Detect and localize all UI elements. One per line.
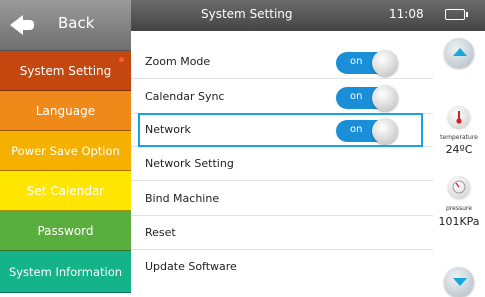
setting-label: Network Setting xyxy=(145,157,234,170)
settings-row-bind-machine[interactable]: Bind Machine xyxy=(131,183,433,216)
sidebar-item-system-information[interactable]: System Information xyxy=(0,251,131,293)
scroll-up-button[interactable] xyxy=(444,38,474,68)
back-label: Back xyxy=(58,14,95,32)
back-arrow-tail-icon xyxy=(22,20,34,30)
sidebar-item-system-setting[interactable]: System Setting xyxy=(0,51,131,91)
sidebar-item-label: Set Calendar xyxy=(26,184,105,198)
selection-highlight xyxy=(138,113,423,147)
pressure-gauge-icon xyxy=(448,176,470,198)
calendar-sync-toggle[interactable]: on xyxy=(336,85,398,111)
sidebar-item-password[interactable]: Password xyxy=(0,211,131,251)
setting-label: Bind Machine xyxy=(145,192,220,205)
settings-row-update-software[interactable]: Update Software xyxy=(131,251,433,284)
toggle-state: on xyxy=(350,91,363,102)
sidebar-item-language[interactable]: Language xyxy=(0,91,131,131)
toggle-state: on xyxy=(350,56,363,67)
settings-list: Zoom Mode on Calendar Sync on Network on… xyxy=(131,31,433,293)
right-panel: temperature 24ºC pressure 101KPa xyxy=(433,31,485,297)
toggle-knob-icon xyxy=(372,50,398,76)
thermometer-glyph xyxy=(456,111,462,124)
sidebar-item-label: Language xyxy=(35,104,96,118)
battery-tip-icon xyxy=(466,12,468,17)
sidebar-item-label: System Information xyxy=(8,265,123,279)
battery-icon xyxy=(445,9,465,20)
zoom-mode-toggle[interactable]: on xyxy=(336,50,398,76)
chevron-up-icon xyxy=(453,48,467,56)
temperature-value: 24ºC xyxy=(445,143,473,156)
settings-row-calendar-sync[interactable]: Calendar Sync on xyxy=(131,81,433,114)
sidebar-item-power-save-option[interactable]: Power Save Option xyxy=(0,131,131,171)
active-indicator-icon xyxy=(119,57,124,62)
sidebar-item-label: Power Save Option xyxy=(11,144,120,158)
sidebar: Back System Setting Language Power Save … xyxy=(0,0,131,293)
toggle-knob-icon xyxy=(372,85,398,111)
settings-row-zoom-mode[interactable]: Zoom Mode on xyxy=(131,46,433,79)
setting-label: Reset xyxy=(145,226,176,239)
app-root: Back System Setting Language Power Save … xyxy=(0,0,485,297)
back-button[interactable]: Back xyxy=(0,0,131,51)
setting-label: Calendar Sync xyxy=(145,90,225,103)
chevron-down-icon xyxy=(453,278,467,286)
status-bar: System Setting 11:08 xyxy=(131,0,485,31)
sidebar-item-label: Password xyxy=(37,224,94,238)
setting-label: Update Software xyxy=(145,260,237,273)
temperature-label: temperature xyxy=(440,134,478,141)
setting-label: Zoom Mode xyxy=(145,55,211,68)
thermometer-icon xyxy=(448,106,470,128)
clock: 11:08 xyxy=(389,7,424,21)
page-title: System Setting xyxy=(201,7,293,21)
pressure-value: 101KPa xyxy=(438,215,480,228)
pressure-gauge-glyph xyxy=(452,180,466,194)
settings-row-network-setting[interactable]: Network Setting xyxy=(131,148,433,181)
settings-row-reset[interactable]: Reset xyxy=(131,217,433,250)
pressure-label: pressure xyxy=(446,205,472,212)
sidebar-item-label: System Setting xyxy=(19,64,112,78)
sidebar-item-set-calendar[interactable]: Set Calendar xyxy=(0,171,131,211)
